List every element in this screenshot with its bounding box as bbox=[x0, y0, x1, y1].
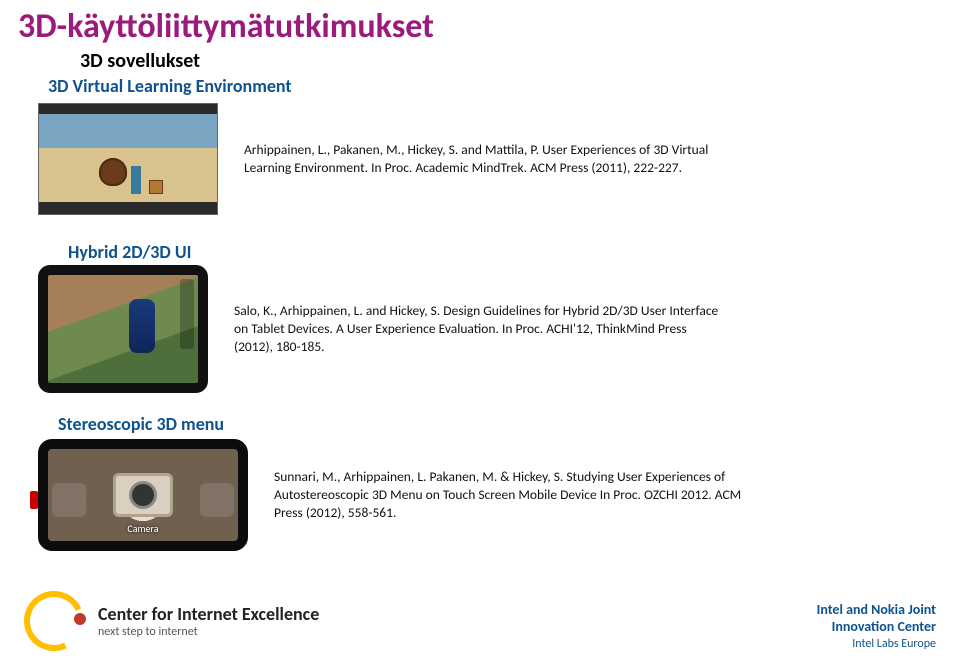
footer-left: Center for Internet Excellence next step… bbox=[24, 591, 319, 651]
subtitle-apps: 3D sovellukset bbox=[0, 47, 960, 73]
section-heading-stereo: Stereoscopic 3D menu bbox=[0, 393, 960, 435]
jic-line2: Innovation Center bbox=[817, 618, 936, 635]
camera-tile-icon bbox=[113, 473, 173, 517]
footer: Center for Internet Excellence next step… bbox=[0, 591, 960, 651]
footer-right: Intel and Nokia Joint Innovation Center … bbox=[817, 601, 936, 651]
page-title: 3D-käyttöliittymätutkimukset bbox=[0, 0, 960, 47]
cie-tagline: next step to internet bbox=[98, 625, 319, 639]
jic-line1: Intel and Nokia Joint bbox=[817, 601, 936, 618]
menu-tile-icon bbox=[52, 483, 86, 517]
thumbnail-hybrid-tablet bbox=[38, 265, 208, 393]
menu-tile-icon bbox=[200, 483, 234, 517]
cie-name: Center for Internet Excellence bbox=[98, 603, 319, 625]
citation-vle: Arhippainen, L., Pakanen, M., Hickey, S.… bbox=[218, 141, 738, 177]
section-heading-vle: 3D Virtual Learning Environment bbox=[0, 73, 960, 97]
citation-hybrid: Salo, K., Arhippainen, L. and Hickey, S.… bbox=[208, 302, 728, 357]
row-hybrid: Salo, K., Arhippainen, L. and Hickey, S.… bbox=[0, 265, 960, 393]
cie-logo-icon bbox=[24, 591, 84, 651]
citation-stereo: Sunnari, M., Arhippainen, L. Pakanen, M.… bbox=[248, 468, 768, 523]
cie-text: Center for Internet Excellence next step… bbox=[98, 603, 319, 639]
jic-line3: Intel Labs Europe bbox=[817, 637, 936, 651]
camera-label: Camera bbox=[127, 522, 158, 535]
row-vle: Arhippainen, L., Pakanen, M., Hickey, S.… bbox=[0, 103, 960, 215]
thumbnail-vle bbox=[38, 103, 218, 215]
phone-brand-badge bbox=[30, 491, 38, 509]
thumbnail-stereo-phone: Camera bbox=[38, 439, 248, 551]
row-stereo: Camera Sunnari, M., Arhippainen, L. Paka… bbox=[0, 439, 960, 551]
section-heading-hybrid: Hybrid 2D/3D UI bbox=[0, 215, 960, 263]
